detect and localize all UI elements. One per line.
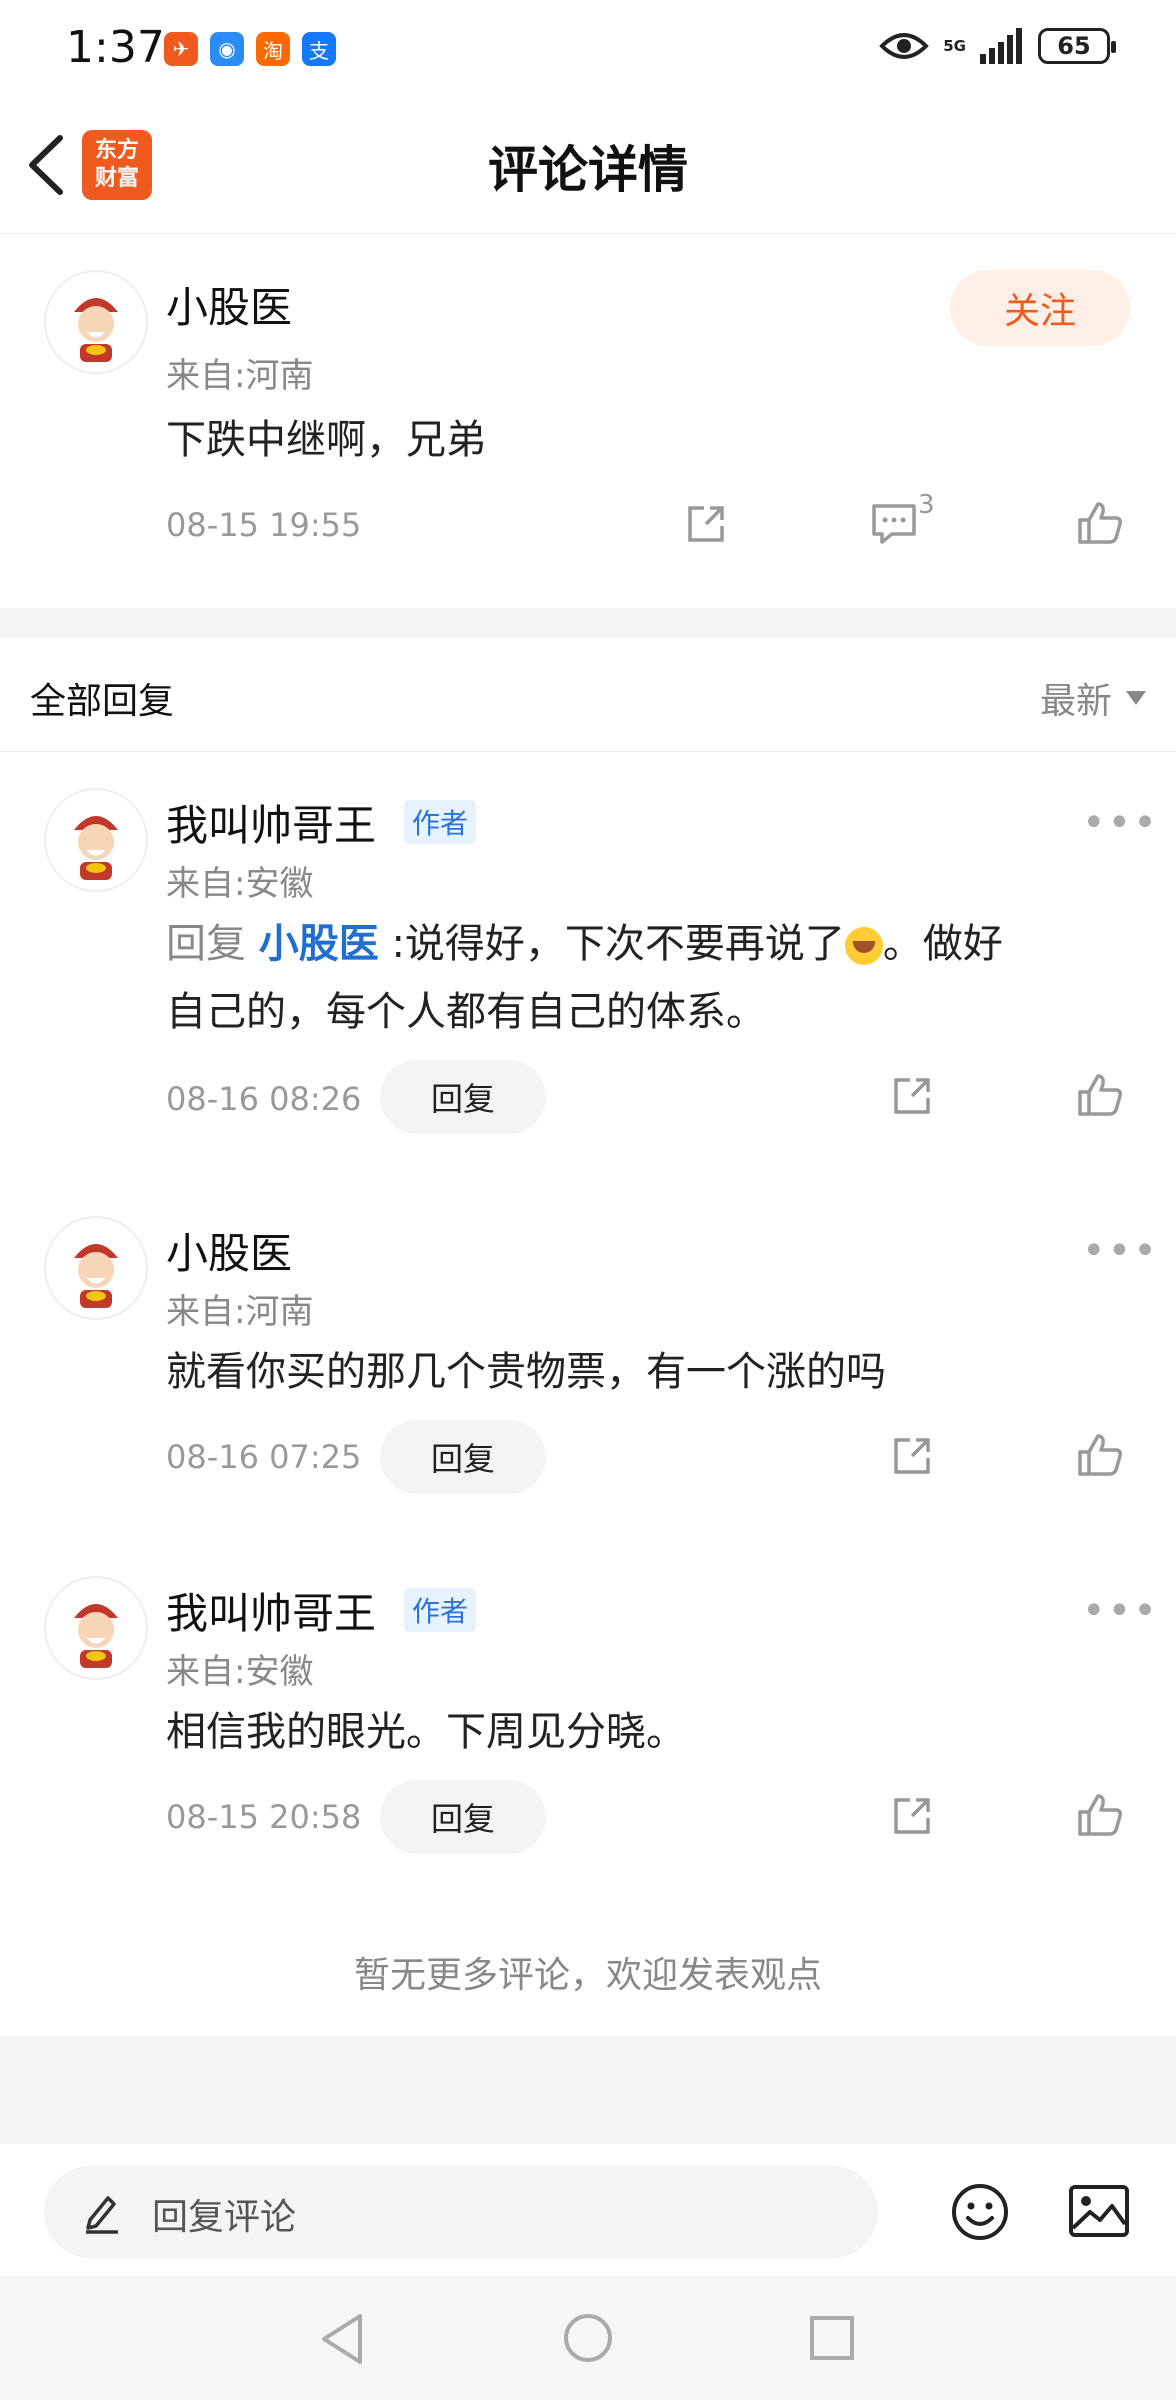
image-icon[interactable] <box>1068 2184 1130 2238</box>
follow-button[interactable]: 关注 <box>950 270 1130 346</box>
reply-location: 来自:安徽 <box>166 1652 314 1692</box>
avatar-image <box>46 1218 146 1318</box>
reply-text: 相信我的眼光。下周见分晓。 <box>166 1709 686 1755</box>
taobao-icon: 淘 <box>256 32 290 66</box>
reply-location: 来自:河南 <box>166 1292 314 1332</box>
reply-time: 08-16 07:25 <box>166 1438 362 1476</box>
system-home-icon[interactable] <box>562 2312 614 2364</box>
more-icon[interactable]: ••• <box>1082 800 1159 846</box>
reply-to-user-link[interactable]: 小股医 <box>259 921 379 967</box>
comment-icon[interactable] <box>870 502 918 546</box>
system-back-icon[interactable] <box>318 2312 366 2366</box>
avatar[interactable] <box>44 1216 148 1320</box>
alipay-icon: 支 <box>302 32 336 66</box>
reply-button[interactable]: 回复 <box>380 1060 546 1134</box>
reply-count: 3 <box>918 490 935 520</box>
system-navigation-bar <box>0 2276 1176 2400</box>
reply-prefix: 回复 <box>166 921 246 967</box>
app-2-icon: ◉ <box>210 32 244 66</box>
author-badge: 作者 <box>404 1588 477 1632</box>
reply-button[interactable]: 回复 <box>380 1420 546 1494</box>
avatar-image <box>46 272 146 372</box>
dropdown-arrow-icon <box>1126 691 1146 705</box>
reply-text: 就看你买的那几个贵物票，有一个涨的吗 <box>166 1349 886 1395</box>
no-more-comments-text: 暂无更多评论，欢迎发表观点 <box>353 1955 822 1996</box>
reply-author[interactable]: 我叫帅哥王 <box>166 792 376 853</box>
more-icon[interactable]: ••• <box>1082 1228 1159 1274</box>
avatar-image <box>46 1578 146 1678</box>
like-icon[interactable] <box>1076 1432 1124 1478</box>
status-time: 1:37 <box>66 22 165 73</box>
eye-icon <box>879 33 930 59</box>
system-recents-icon[interactable] <box>808 2314 856 2362</box>
page-title: 评论详情 <box>488 141 688 199</box>
reply-author[interactable]: 我叫帅哥王 <box>166 1580 376 1641</box>
reply-text: 回复 小股医 :说得好，下次不要再说了 。做好 自己的，每个人都有自己的体系。 <box>166 910 1126 1046</box>
avatar[interactable] <box>44 788 148 892</box>
battery-indicator: 65 <box>1038 28 1116 64</box>
avatar[interactable] <box>44 1576 148 1680</box>
reply-text-line2: 自己的，每个人都有自己的体系。 <box>166 989 766 1035</box>
comment-author[interactable]: 小股医 <box>166 274 292 335</box>
section-divider <box>0 608 1176 638</box>
avatar[interactable] <box>44 270 148 374</box>
signal-icon <box>980 28 1022 64</box>
footer-spacer <box>0 2036 1176 2144</box>
app-1-icon: ✈ <box>164 32 198 66</box>
laughing-emoji-icon <box>844 927 883 965</box>
status-app-icons: ✈ ◉ 淘 支 <box>164 32 336 66</box>
emoji-icon[interactable] <box>950 2182 1010 2242</box>
edit-pencil-icon <box>86 2196 118 2234</box>
comment-time: 08-15 19:55 <box>166 506 362 544</box>
like-icon[interactable] <box>1076 1792 1124 1838</box>
reply-button[interactable]: 回复 <box>380 1780 546 1854</box>
like-icon[interactable] <box>1076 1072 1124 1118</box>
status-right: 5G 65 <box>879 28 1116 64</box>
nav-bar: 东方 财富 评论详情 <box>0 100 1176 234</box>
share-icon[interactable] <box>684 502 728 546</box>
like-icon[interactable] <box>1076 500 1124 546</box>
reply-location: 来自:安徽 <box>166 864 314 904</box>
comment-location: 来自:河南 <box>166 356 314 396</box>
sort-label: 最新 <box>1039 681 1112 722</box>
replies-header: 全部回复 最新 <box>0 638 1176 752</box>
more-icon[interactable]: ••• <box>1082 1588 1159 1634</box>
share-icon[interactable] <box>890 1434 934 1478</box>
author-badge: 作者 <box>404 800 477 844</box>
replies-title: 全部回复 <box>30 681 175 722</box>
reply-text-part2: 。做好 <box>882 921 1003 967</box>
share-icon[interactable] <box>890 1074 934 1118</box>
reply-author[interactable]: 小股医 <box>166 1220 292 1281</box>
reply-text-part1: :说得好，下次不要再说了 <box>391 921 845 967</box>
avatar-image <box>46 790 146 890</box>
share-icon[interactable] <box>890 1794 934 1838</box>
reply-time: 08-15 20:58 <box>166 1798 362 1836</box>
reply-input[interactable]: 回复评论 <box>44 2166 878 2258</box>
reply-input-placeholder: 回复评论 <box>152 2197 297 2238</box>
sort-dropdown[interactable]: 最新 <box>1040 672 1146 724</box>
status-bar: 1:37 ✈ ◉ 淘 支 5G 65 <box>0 0 1176 100</box>
reply-input-bar: 回复评论 <box>0 2144 1176 2276</box>
comment-text: 下跌中继啊，兄弟 <box>166 417 486 463</box>
reply-time: 08-16 08:26 <box>166 1080 362 1118</box>
network-type: 5G <box>943 36 966 55</box>
